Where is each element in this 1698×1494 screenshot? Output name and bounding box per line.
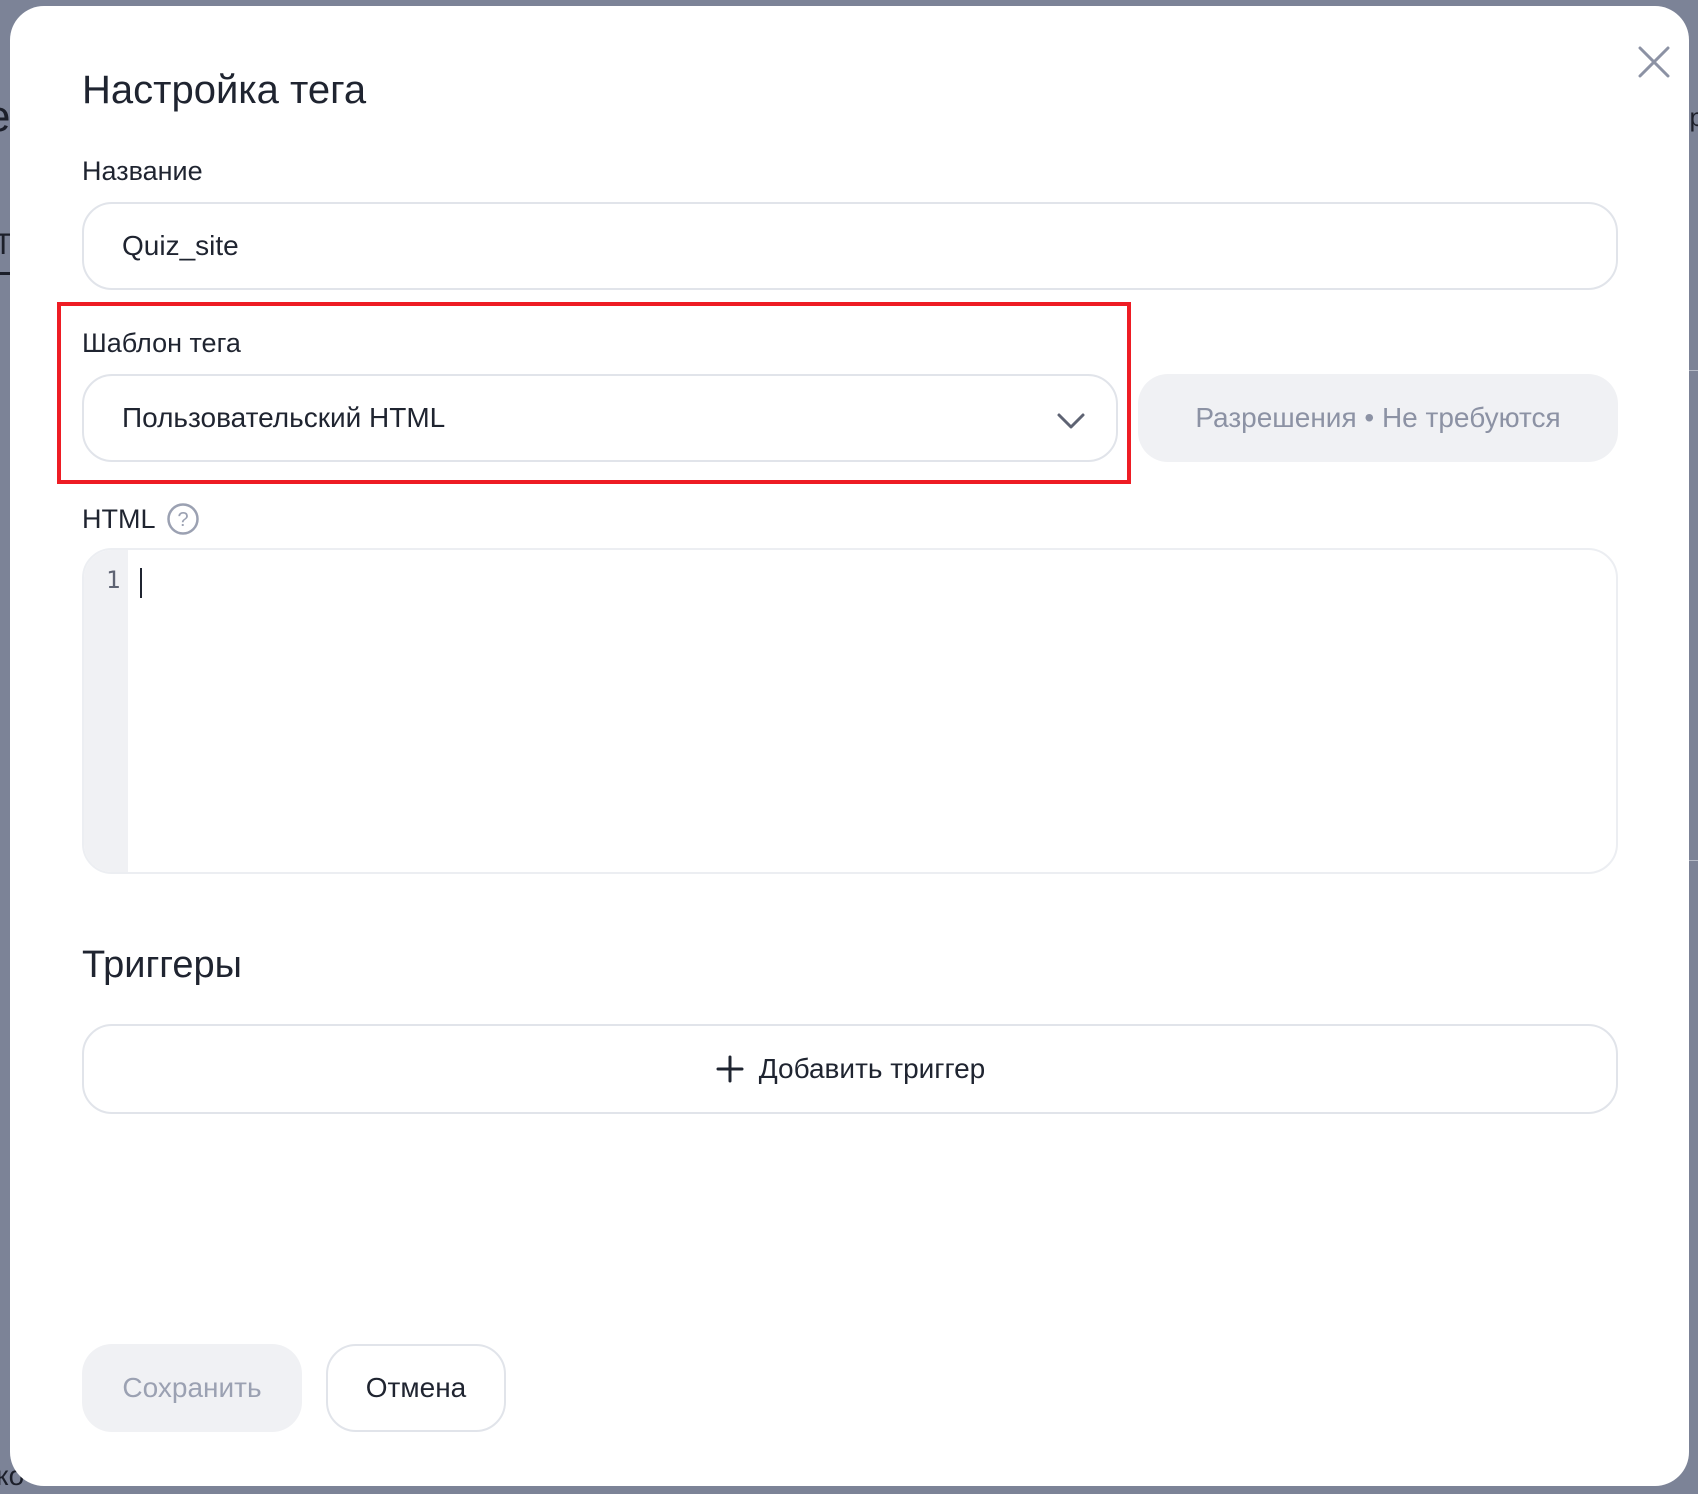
cancel-button-label: Отмена bbox=[365, 1372, 467, 1403]
background-text-fragment-right: р bbox=[1689, 102, 1698, 132]
html-code-editor[interactable]: 1 bbox=[82, 548, 1618, 874]
add-trigger-button[interactable]: Добавить триггер bbox=[82, 1024, 1618, 1114]
cancel-button[interactable]: Отмена bbox=[326, 1344, 506, 1432]
name-input-value: Quiz_site bbox=[122, 230, 239, 261]
background-text-fragment: е bbox=[0, 92, 10, 142]
triggers-title: Триггеры bbox=[82, 944, 242, 986]
template-label: Шаблон тега bbox=[82, 328, 241, 358]
chevron-down-icon bbox=[1057, 413, 1085, 429]
permissions-label: Разрешения • Не требуются bbox=[1195, 402, 1561, 433]
html-label: HTML bbox=[82, 503, 156, 534]
template-selected-value: Пользовательский HTML bbox=[122, 402, 446, 433]
tag-settings-dialog: Настройка тега Название Quiz_site Шаблон… bbox=[10, 6, 1689, 1486]
line-number: 1 bbox=[106, 566, 121, 594]
save-button-label: Сохранить bbox=[122, 1372, 262, 1403]
add-trigger-label: Добавить триггер bbox=[758, 1053, 986, 1084]
close-icon bbox=[1638, 46, 1670, 78]
permissions-button[interactable]: Разрешения • Не требуются bbox=[1138, 374, 1618, 462]
question-circle-icon[interactable]: ? bbox=[166, 502, 200, 536]
save-button[interactable]: Сохранить bbox=[82, 1344, 302, 1432]
dialog-title: Настройка тега bbox=[82, 68, 367, 112]
name-label: Название bbox=[82, 156, 203, 186]
line-number-gutter bbox=[84, 550, 128, 872]
template-select[interactable]: Пользовательский HTML bbox=[82, 374, 1118, 462]
close-button[interactable] bbox=[1636, 44, 1672, 80]
background-tab-underline bbox=[0, 272, 10, 275]
html-label-row: HTML ? bbox=[82, 502, 200, 536]
plus-icon bbox=[716, 1055, 744, 1083]
name-input[interactable]: Quiz_site bbox=[82, 202, 1618, 290]
text-cursor bbox=[140, 568, 142, 598]
svg-text:?: ? bbox=[177, 509, 188, 531]
